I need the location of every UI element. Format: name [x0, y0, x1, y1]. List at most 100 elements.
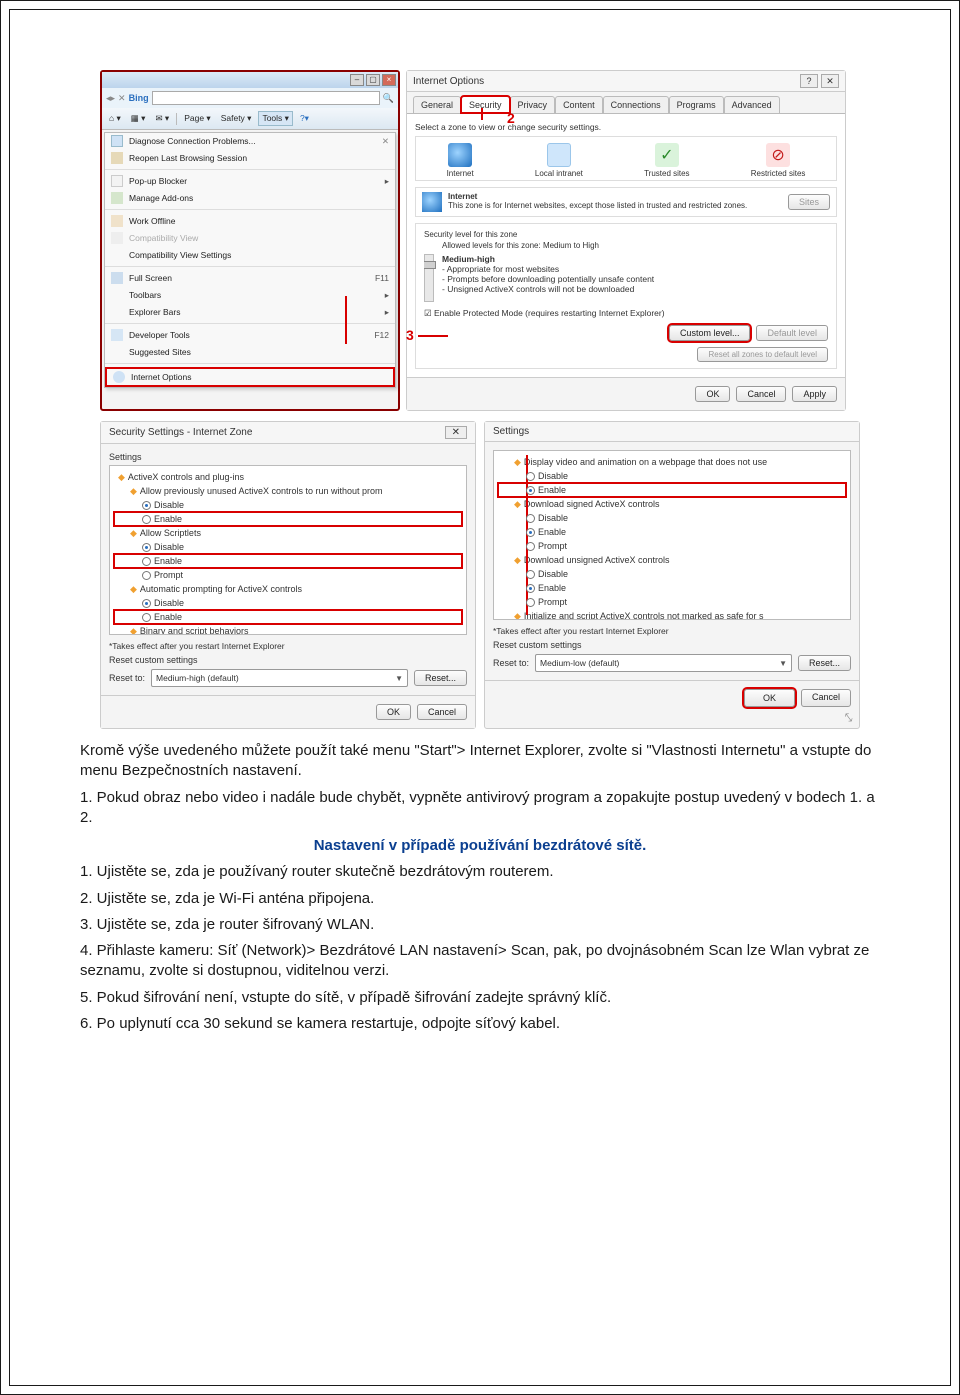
security-level-box: Security level for this zone Allowed lev…	[415, 223, 837, 369]
settings-label: Settings	[109, 452, 467, 462]
restart-note: *Takes effect after you restart Internet…	[109, 641, 467, 651]
list-item-3: 3. Ujistěte se, zda je router šifrovaný …	[80, 915, 880, 935]
reset-combo[interactable]: Medium-low (default)▼	[535, 654, 792, 672]
ie-toolbar: ⌂ ▾ ▦ ▾ ✉ ▾ Page ▾ Safety ▾ Tools ▾ ?▾	[102, 108, 398, 130]
mi-internet-options[interactable]: Internet Options	[105, 367, 395, 387]
level-name: Medium-high	[442, 254, 495, 264]
safety-menu[interactable]: Safety ▾	[218, 112, 255, 125]
mi-toolbars[interactable]: Toolbars▸	[105, 287, 395, 304]
help-icon[interactable]: ?	[800, 74, 818, 88]
prohibited-icon: ⊘	[766, 143, 790, 167]
window-controls: ? ✕	[800, 74, 839, 88]
ss-right-title: Settings	[485, 422, 859, 442]
io-footer: OK Cancel Apply	[407, 377, 845, 410]
mi-diagnose[interactable]: Diagnose Connection Problems...✕	[105, 133, 395, 150]
level-b1: - Appropriate for most websites	[424, 264, 828, 274]
ok-button[interactable]: OK	[744, 689, 795, 707]
resize-handle-icon: ⤡	[843, 712, 852, 725]
zone-internet[interactable]: Internet	[447, 143, 474, 178]
mi-devtools[interactable]: Developer ToolsF12	[105, 327, 395, 344]
window-titlebar: – ▢ ×	[102, 72, 398, 88]
tab-content[interactable]: Content	[555, 96, 603, 113]
mi-suggested[interactable]: Suggested Sites 1	[105, 344, 395, 361]
reset-all-button[interactable]: Reset all zones to default level	[697, 347, 828, 362]
reset-label: Reset custom settings	[109, 655, 467, 665]
zone-trusted[interactable]: ✓Trusted sites	[644, 143, 690, 178]
list-item-5: 5. Pokud šifrování není, vstupte do sítě…	[80, 988, 880, 1008]
maximize-icon: ▢	[366, 74, 380, 86]
mi-explorerbars[interactable]: Explorer Bars▸	[105, 304, 395, 321]
reset-label: Reset custom settings	[493, 640, 851, 650]
protected-mode-checkbox[interactable]: ☑ Enable Protected Mode (requires restar…	[424, 308, 828, 319]
mail-icon[interactable]: ✉ ▾	[152, 112, 172, 125]
zone-desc-text: This zone is for Internet websites, exce…	[448, 201, 747, 210]
document-page: – ▢ × ◂▸ ✕ Bing 🔍 ⌂ ▾ ▦ ▾ ✉ ▾ Page ▾ Saf…	[0, 0, 960, 1395]
callout-3: 3	[406, 327, 414, 343]
mi-fullscreen[interactable]: Full ScreenF11	[105, 270, 395, 287]
mi-reopen[interactable]: Reopen Last Browsing Session	[105, 150, 395, 167]
mi-compat-settings[interactable]: Compatibility View Settings	[105, 247, 395, 264]
tab-connections[interactable]: Connections	[603, 96, 669, 113]
ok-button[interactable]: OK	[695, 386, 730, 402]
mi-addons[interactable]: Manage Add-ons	[105, 190, 395, 207]
search-bar: ◂▸ ✕ Bing 🔍	[102, 88, 398, 108]
help-icon[interactable]: ?▾	[297, 112, 312, 125]
tab-security[interactable]: Security	[461, 96, 510, 113]
mi-compat[interactable]: Compatibility View	[105, 230, 395, 247]
tab-advanced[interactable]: Advanced	[724, 96, 780, 113]
apply-button[interactable]: Apply	[792, 386, 837, 402]
mi-offline[interactable]: Work Offline	[105, 213, 395, 230]
level-b2: - Prompts before downloading potentially…	[424, 274, 828, 284]
search-input[interactable]	[152, 91, 380, 105]
ie-tools-menu-screenshot: – ▢ × ◂▸ ✕ Bing 🔍 ⌂ ▾ ▦ ▾ ✉ ▾ Page ▾ Saf…	[100, 70, 400, 411]
cancel-button[interactable]: Cancel	[801, 689, 851, 707]
zone-selector: Internet Local intranet ✓Trusted sites ⊘…	[415, 136, 837, 181]
page-menu[interactable]: Page ▾	[181, 112, 214, 125]
intranet-icon	[547, 143, 571, 167]
settings-tree-right[interactable]: ◆Display video and animation on a webpag…	[493, 450, 851, 620]
reset-button[interactable]: Reset...	[414, 670, 467, 686]
cancel-button[interactable]: Cancel	[417, 704, 467, 720]
tools-dropdown: Diagnose Connection Problems...✕ Reopen …	[104, 132, 396, 388]
io-tabs: General Security Privacy Content Connect…	[407, 92, 845, 114]
zone-desc-title: Internet	[448, 192, 477, 201]
reset-button[interactable]: Reset...	[798, 655, 851, 671]
cancel-button[interactable]: Cancel	[736, 386, 786, 402]
section-heading: Nastavení v případě používání bezdrátové…	[80, 836, 880, 856]
io-title-text: Internet Options	[413, 76, 484, 87]
ss-left-footer: OK Cancel	[101, 695, 475, 728]
zone-local-intranet[interactable]: Local intranet	[535, 143, 583, 178]
sites-button[interactable]: Sites	[788, 194, 830, 210]
feeds-icon[interactable]: ▦ ▾	[128, 112, 149, 125]
security-slider[interactable]	[424, 254, 434, 302]
security-settings-right: Settings ◆Display video and animation on…	[484, 421, 860, 729]
zone-restricted[interactable]: ⊘Restricted sites	[751, 143, 806, 178]
reset-to-label: Reset to:	[109, 673, 145, 683]
close-icon: ×	[382, 74, 396, 86]
tab-general[interactable]: General	[413, 96, 461, 113]
ok-button[interactable]: OK	[376, 704, 411, 720]
paragraph-1: Kromě výše uvedeného můžete použít také …	[80, 741, 880, 782]
search-icon: 🔍	[383, 93, 394, 104]
tab-programs[interactable]: Programs	[669, 96, 724, 113]
custom-level-button[interactable]: Custom level...	[669, 325, 751, 341]
io-titlebar: Internet Options ? ✕	[407, 71, 845, 92]
default-level-button[interactable]: Default level	[756, 325, 828, 341]
list-item-6: 6. Po uplynutí cca 30 sekund se kamera r…	[80, 1014, 880, 1034]
home-icon[interactable]: ⌂ ▾	[106, 112, 124, 125]
settings-tree-left[interactable]: ◆ActiveX controls and plug-ins ◆Allow pr…	[109, 465, 467, 635]
paragraph-2: 1. Pokud obraz nebo video i nadále bude …	[80, 788, 880, 829]
security-settings-left: Security Settings - Internet Zone ✕ Sett…	[100, 421, 476, 729]
tab-privacy[interactable]: Privacy	[510, 96, 556, 113]
tools-menu[interactable]: Tools ▾	[258, 111, 292, 126]
close-icon[interactable]: ✕	[821, 74, 839, 88]
reset-combo[interactable]: Medium-high (default)▼	[151, 669, 408, 687]
zone-description: Internet This zone is for Internet websi…	[415, 187, 837, 217]
list-item-1: 1. Ujistěte se, zda je používaný router …	[80, 862, 880, 882]
close-icon[interactable]: ✕	[445, 426, 467, 439]
ss-right-footer: OK Cancel	[485, 680, 859, 715]
ss-left-title: Security Settings - Internet Zone ✕	[101, 422, 475, 444]
callout-2: 2	[507, 110, 515, 126]
mi-popup[interactable]: Pop-up Blocker▸	[105, 173, 395, 190]
screenshot-composite: – ▢ × ◂▸ ✕ Bing 🔍 ⌂ ▾ ▦ ▾ ✉ ▾ Page ▾ Saf…	[100, 70, 860, 729]
